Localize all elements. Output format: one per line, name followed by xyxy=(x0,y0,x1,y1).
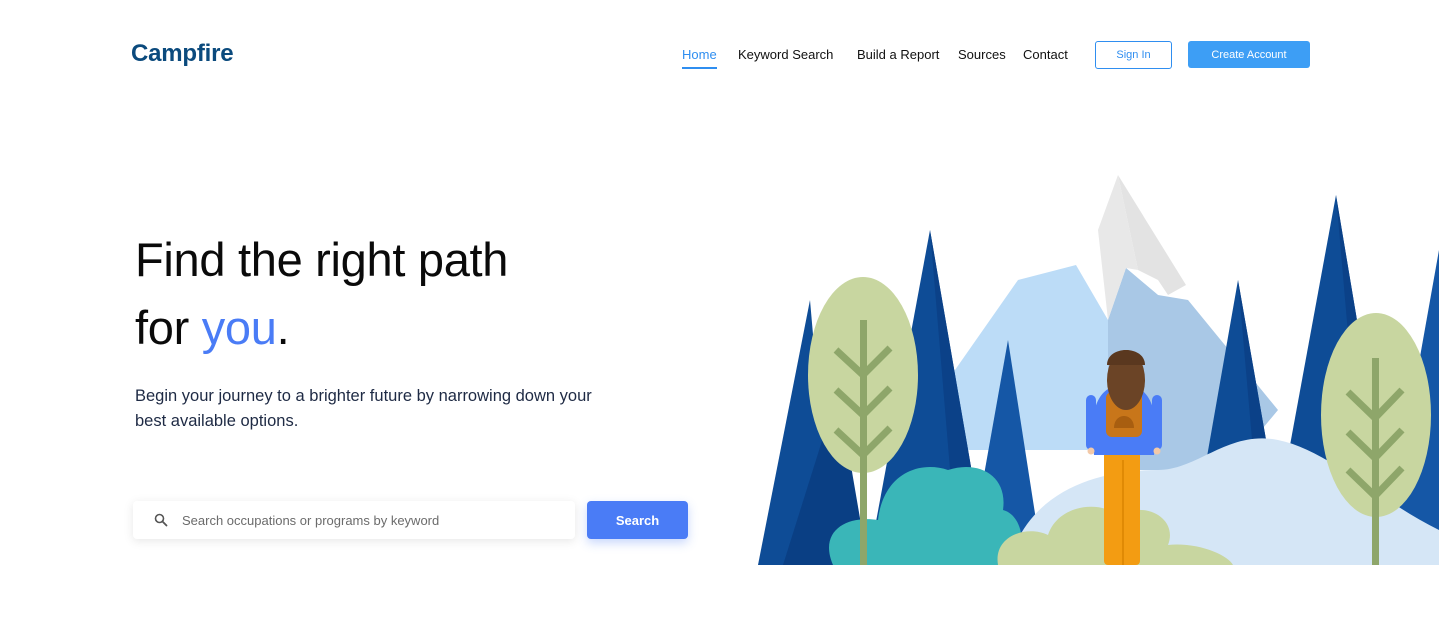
create-account-button[interactable]: Create Account xyxy=(1188,41,1310,68)
search-bar xyxy=(133,501,575,539)
hero-title-line2-prefix: for xyxy=(135,301,202,354)
nav-contact[interactable]: Contact xyxy=(1023,47,1068,62)
hero-title: Find the right path for you. xyxy=(135,226,508,362)
nav-build-report[interactable]: Build a Report xyxy=(857,47,939,62)
sign-in-button[interactable]: Sign In xyxy=(1095,41,1172,69)
hero-title-line1: Find the right path xyxy=(135,233,509,286)
nav-keyword-search[interactable]: Keyword Search xyxy=(738,47,833,62)
hero-subtitle: Begin your journey to a brighter future … xyxy=(135,387,592,430)
top-nav: Campfire Home Keyword Search Build a Rep… xyxy=(0,0,1439,100)
hero-title-accent: you xyxy=(201,301,277,354)
search-icon xyxy=(141,513,181,527)
brand-logo[interactable]: Campfire xyxy=(131,40,234,68)
search-input[interactable] xyxy=(182,512,562,528)
search-button[interactable]: Search xyxy=(587,501,688,539)
nav-sources[interactable]: Sources xyxy=(958,47,1006,62)
hero-title-line2-suffix: . xyxy=(276,301,290,354)
hiker-mountain-forest-illustration xyxy=(758,170,1439,565)
nav-home[interactable]: Home xyxy=(682,47,717,69)
